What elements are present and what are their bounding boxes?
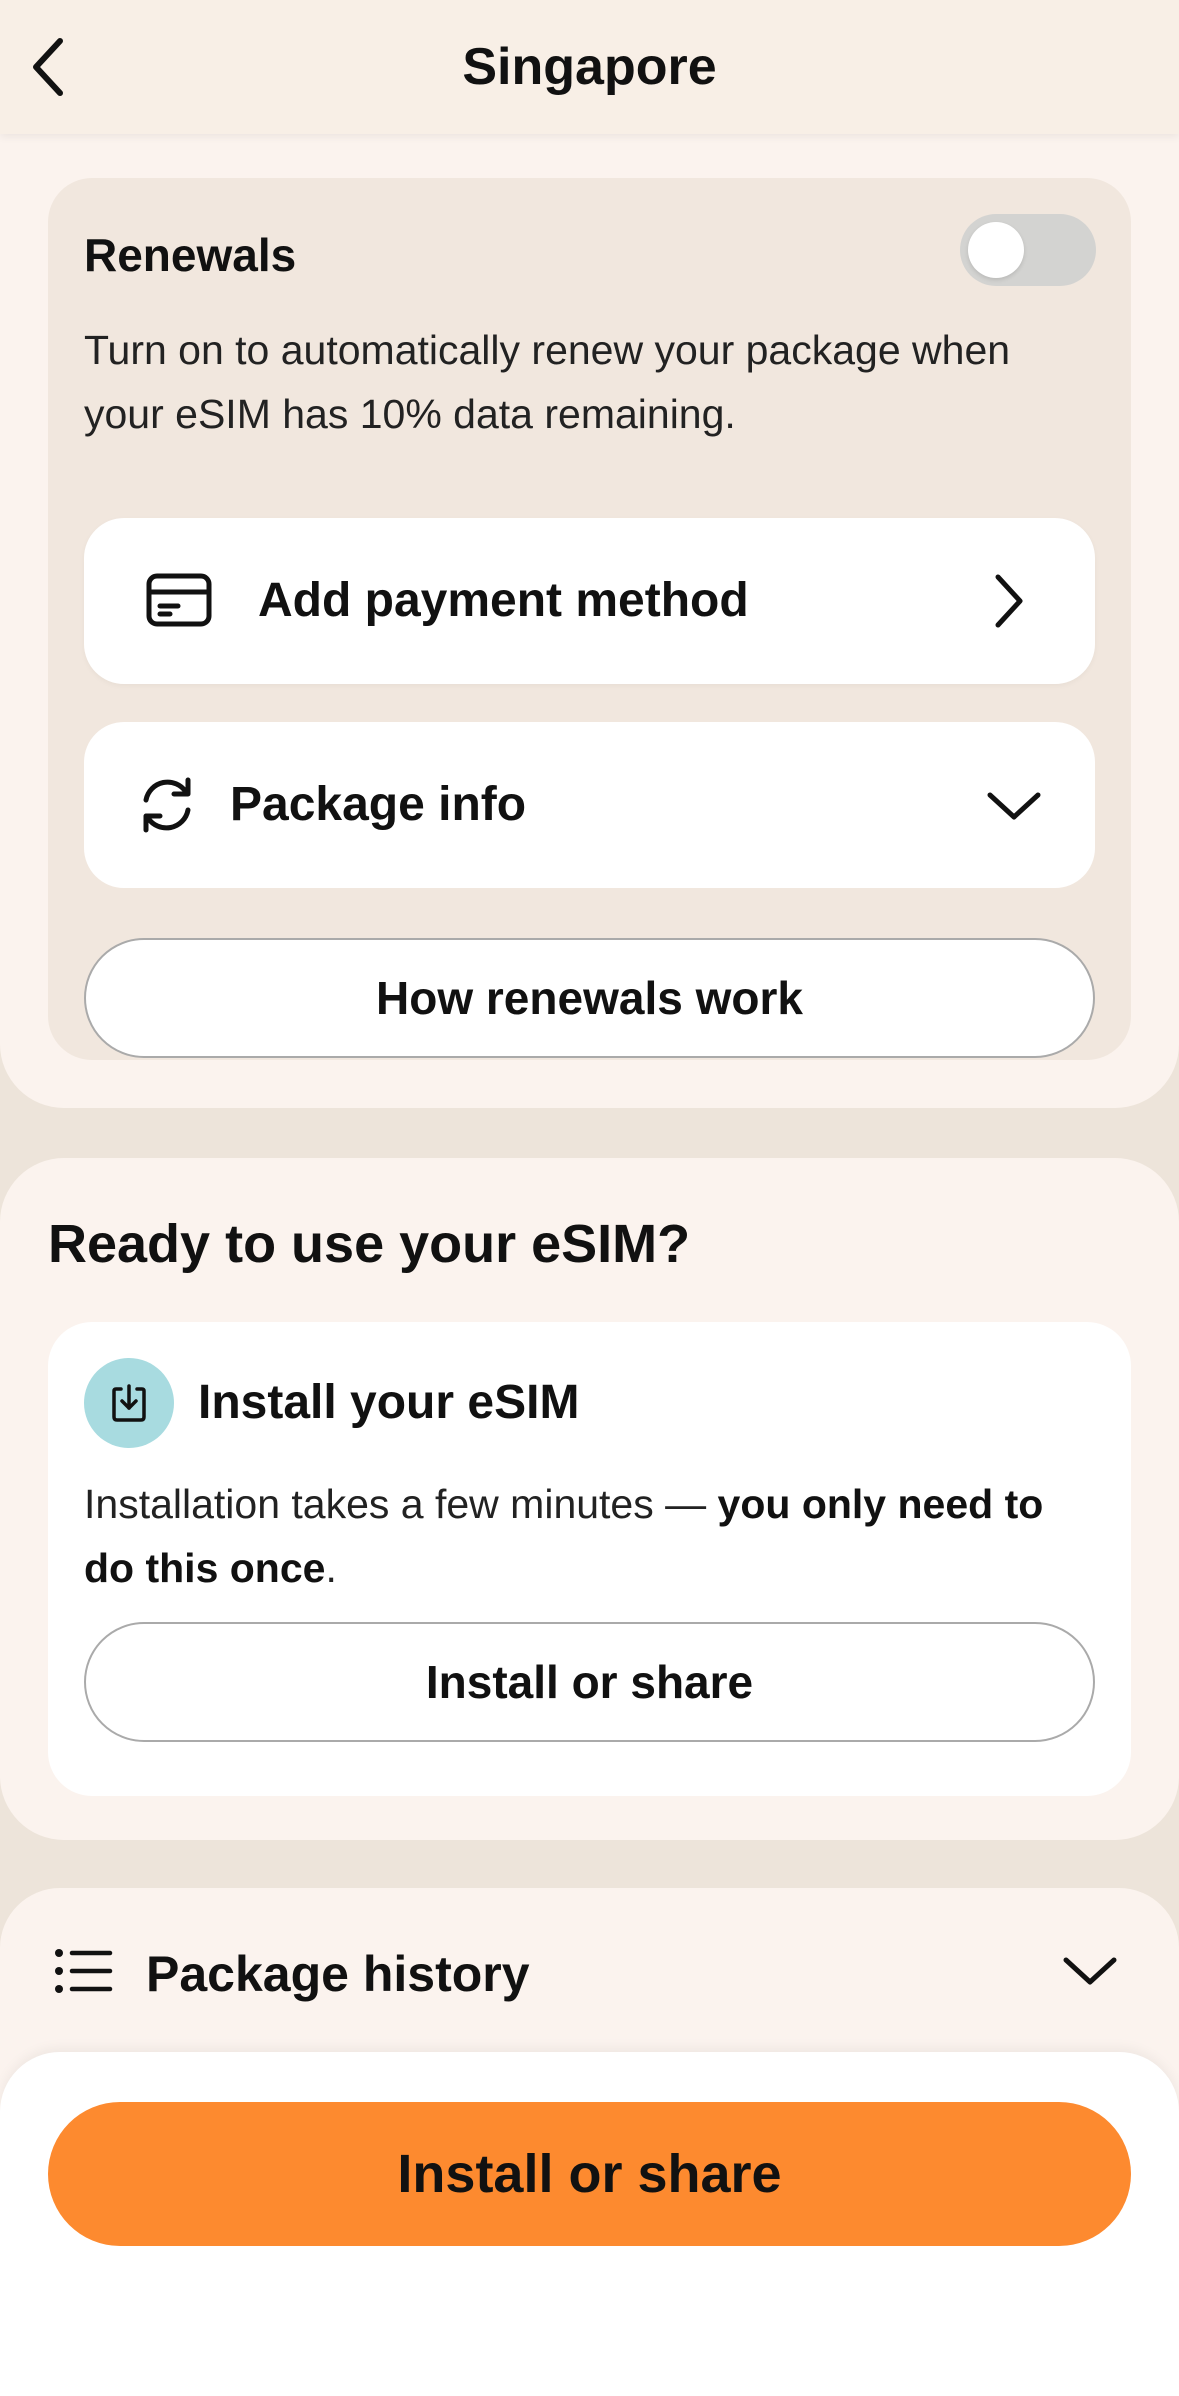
add-payment-method-button[interactable]: Add payment method	[84, 518, 1095, 684]
toggle-knob	[968, 222, 1024, 278]
package-info-label: Package info	[230, 778, 527, 831]
page: Singapore Renewals Turn on to automatica…	[0, 0, 1179, 2396]
chevron-right-icon	[995, 574, 1023, 628]
how-renewals-work-button[interactable]: How renewals work	[84, 938, 1095, 1058]
refresh-icon	[143, 777, 191, 833]
package-history-label: Package history	[146, 1946, 530, 2002]
renewals-description: Turn on to automatically renew your pack…	[84, 327, 1011, 437]
renewals-title: Renewals	[84, 229, 297, 281]
renewals-section: Renewals Turn on to automatically renew …	[0, 134, 1179, 1108]
download-icon	[112, 1384, 146, 1422]
install-desc-end: .	[325, 1545, 337, 1591]
chevron-left-icon	[33, 38, 63, 96]
list-icon	[55, 1949, 113, 1993]
package-history-toggle[interactable]: Package history	[0, 1888, 1179, 2058]
back-button[interactable]	[18, 30, 78, 104]
install-esim-card: Install your eSIM Installation takes a f…	[48, 1322, 1131, 1796]
install-or-share-primary-button[interactable]: Install or share	[48, 2102, 1131, 2246]
install-esim-description: Installation takes a few minutes — you o…	[84, 1472, 1104, 1600]
chevron-down-icon	[1063, 1957, 1117, 1985]
top-bar: Singapore	[0, 0, 1179, 134]
package-info-toggle[interactable]: Package info	[84, 722, 1095, 888]
ready-title: Ready to use your eSIM?	[48, 1214, 691, 1274]
install-icon-badge	[84, 1358, 174, 1448]
credit-card-icon	[146, 573, 212, 627]
renewals-toggle[interactable]	[960, 214, 1096, 286]
page-title: Singapore	[462, 38, 717, 96]
install-or-share-outline-button[interactable]: Install or share	[84, 1622, 1095, 1742]
renewals-card: Renewals Turn on to automatically renew …	[48, 178, 1131, 1060]
install-esim-title: Install your eSIM	[198, 1376, 580, 1429]
install-desc-regular: Installation takes a few minutes —	[84, 1481, 718, 1527]
add-payment-method-label: Add payment method	[258, 574, 749, 627]
ready-section: Ready to use your eSIM? Install your eSI…	[0, 1158, 1179, 1840]
bottom-action-bar: Install or share	[0, 2052, 1179, 2396]
chevron-down-icon	[987, 792, 1041, 820]
